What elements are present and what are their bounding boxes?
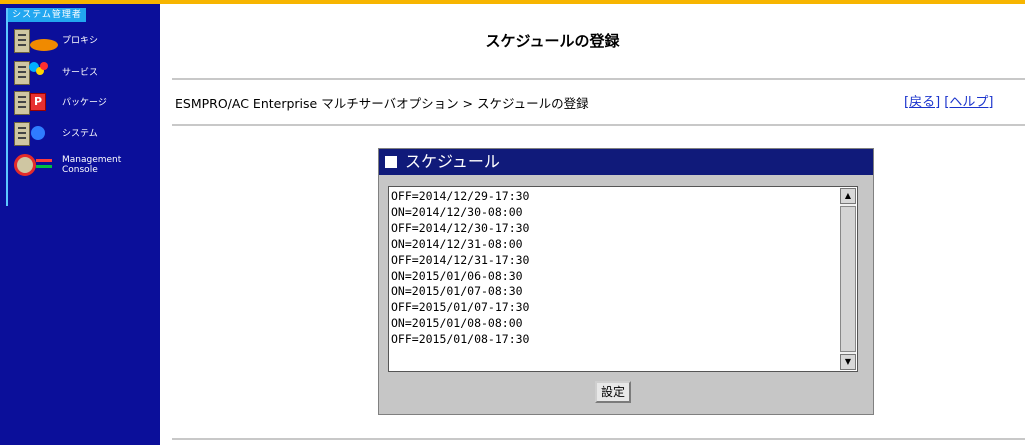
sidebar-item-label-line2: Console — [62, 165, 98, 175]
schedule-entry: ON=2015/01/08-08:00 — [391, 316, 523, 331]
divider — [172, 78, 1025, 80]
schedule-entry: OFF=2014/12/30-17:30 — [391, 220, 530, 235]
schedule-header: スケジュール — [379, 149, 873, 175]
breadcrumb: ESMPRO/AC Enterprise マルチサーバオプション > スケジュー… — [175, 96, 589, 111]
sidebar-item-proxy[interactable]: プロキシ — [14, 24, 98, 58]
sidebar-item-label: プロキシ — [62, 36, 99, 46]
sidebar-item-management-console[interactable]: Management Console — [14, 148, 121, 182]
schedule-entry: ON=2014/12/30-08:00 — [391, 204, 523, 219]
scrollbar[interactable]: ▲ ▼ — [840, 188, 856, 370]
divider — [172, 438, 1025, 440]
schedule-entry: OFF=2015/01/08-17:30 — [391, 332, 530, 347]
scroll-up-icon[interactable]: ▲ — [840, 188, 856, 204]
service-icon — [14, 59, 60, 87]
schedule-entry: ON=2015/01/06-08:30 — [391, 268, 523, 283]
schedule-entry: ON=2014/12/31-08:00 — [391, 236, 523, 251]
page-title: スケジュールの登録 — [485, 32, 620, 50]
schedule-textarea[interactable]: OFF=2014/12/29-17:30 ON=2014/12/30-08:00 O… — [388, 186, 858, 372]
management-console-icon — [14, 151, 60, 179]
set-button[interactable]: 設定 — [595, 381, 631, 403]
sidebar-item-label: Management Console — [62, 155, 121, 175]
sidebar-header: システム管理者 — [8, 8, 86, 22]
scroll-down-icon[interactable]: ▼ — [840, 354, 856, 370]
schedule-entry: ON=2015/01/07-08:30 — [391, 284, 523, 299]
header-links: [戻る] [ヘルプ] — [904, 91, 993, 110]
scroll-thumb[interactable] — [840, 206, 856, 352]
proxy-icon — [14, 27, 60, 55]
square-icon — [385, 156, 397, 168]
sidebar-item-label-line1: Management — [62, 155, 122, 165]
sidebar: システム管理者 プロキシ サービス P パッケージ システム Managemen… — [0, 4, 160, 445]
schedule-entry: OFF=2014/12/29-17:30 — [391, 189, 530, 203]
scroll-track[interactable] — [840, 204, 856, 354]
sidebar-item-label: パッケージ — [62, 98, 107, 108]
page-header: スケジュールの登録 — [160, 4, 1025, 76]
sidebar-item-label: システム — [62, 129, 98, 139]
divider — [172, 124, 1025, 126]
package-icon: P — [14, 89, 60, 117]
schedule-entries: OFF=2014/12/29-17:30 ON=2014/12/30-08:00 O… — [391, 189, 529, 348]
back-link[interactable]: [戻る] — [904, 95, 940, 110]
schedule-panel: スケジュール OFF=2014/12/29-17:30 ON=2014/12/30… — [378, 148, 874, 415]
schedule-entry: OFF=2014/12/31-17:30 — [391, 252, 530, 267]
schedule-entry: OFF=2015/01/07-17:30 — [391, 300, 530, 315]
sidebar-item-service[interactable]: サービス — [14, 56, 98, 90]
sidebar-item-label: サービス — [62, 68, 99, 78]
sidebar-item-system[interactable]: システム — [14, 117, 98, 151]
sidebar-item-package[interactable]: P パッケージ — [14, 86, 107, 120]
schedule-header-label: スケジュール — [405, 152, 500, 171]
help-link[interactable]: [ヘルプ] — [944, 95, 993, 110]
system-icon — [14, 120, 60, 148]
